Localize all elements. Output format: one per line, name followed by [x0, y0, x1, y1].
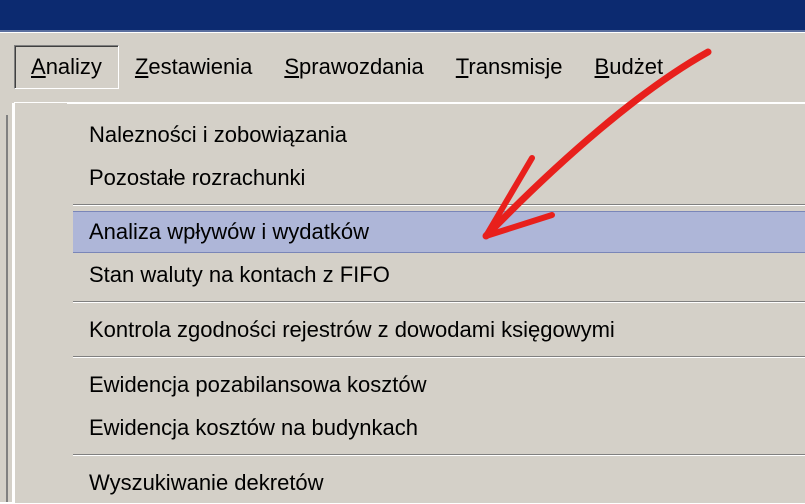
- menu-analizy-mnemonic: A: [31, 54, 46, 79]
- menu-transmisje-mnemonic: T: [455, 54, 469, 79]
- menu-budzet-mnemonic: B: [594, 54, 610, 79]
- menu-item-kontrola-zgodnosci[interactable]: Kontrola zgodności rejestrów z dowodami …: [15, 308, 805, 351]
- menu-sprawozdania[interactable]: Sprawozdania: [268, 45, 439, 89]
- menu-item-naleznosci[interactable]: Nalezności i zobowiązania: [15, 113, 805, 156]
- dropdown-list: Nalezności i zobowiązania Pozostałe rozr…: [15, 113, 805, 504]
- menu-item-wyszukiwanie-dekretow[interactable]: Wyszukiwanie dekretów: [15, 461, 805, 504]
- menu-separator: [15, 351, 805, 363]
- menu-item-analiza-wplywow[interactable]: Analiza wpływów i wydatków: [73, 211, 805, 253]
- menu-analizy[interactable]: Analizy: [14, 45, 119, 89]
- analizy-dropdown-menu: Nalezności i zobowiązania Pozostałe rozr…: [14, 102, 805, 503]
- menu-zestawienia-mnemonic: Z: [134, 54, 149, 79]
- window-left-edge-line: [6, 115, 8, 502]
- menu-separator: [15, 199, 805, 211]
- menu-transmisje[interactable]: Transmisje: [440, 45, 579, 89]
- menu-zestawienia-label: estawienia: [148, 54, 253, 79]
- menu-budzet[interactable]: Budżet: [579, 45, 680, 89]
- menu-item-ewidencja-budynkach[interactable]: Ewidencja kosztów na budynkach: [15, 406, 805, 449]
- menu-analizy-label: nalizy: [45, 54, 102, 79]
- menu-budzet-label: udżet: [609, 54, 664, 79]
- window-title-bar: [0, 0, 805, 30]
- menu-separator: [15, 296, 805, 308]
- menu-separator: [15, 449, 805, 461]
- menu-sprawozdania-mnemonic: S: [284, 54, 300, 79]
- menu-bar: Analizy Zestawienia Sprawozdania Transmi…: [0, 32, 805, 103]
- menu-item-pozostale-rozrachunki[interactable]: Pozostałe rozrachunki: [15, 156, 805, 199]
- menu-zestawienia[interactable]: Zestawienia: [119, 45, 268, 89]
- menu-item-stan-waluty[interactable]: Stan waluty na kontach z FIFO: [15, 253, 805, 296]
- menu-transmisje-label: ransmisje: [468, 54, 563, 79]
- menu-sprawozdania-label: prawozdania: [299, 54, 424, 79]
- menu-item-ewidencja-pozabilansowa[interactable]: Ewidencja pozabilansowa kosztów: [15, 363, 805, 406]
